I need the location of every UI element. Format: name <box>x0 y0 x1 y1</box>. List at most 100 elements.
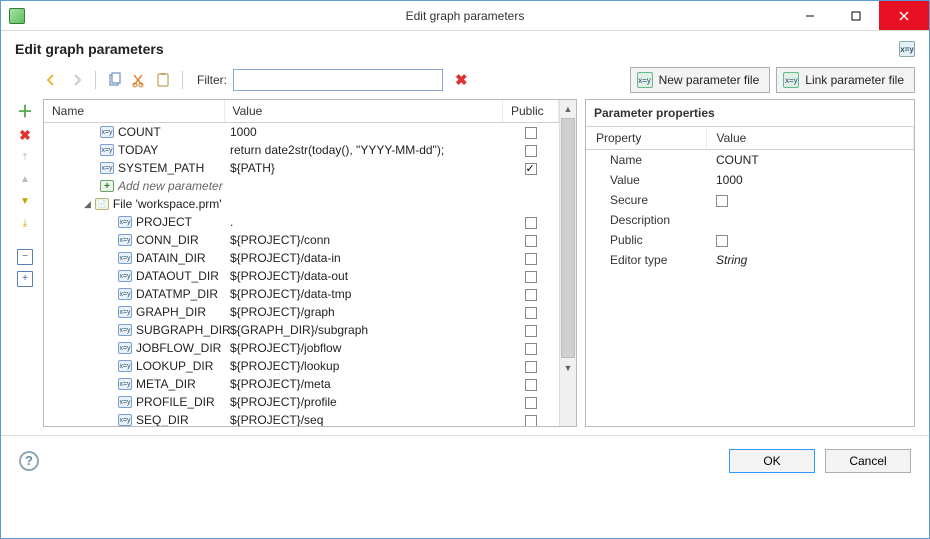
table-row[interactable]: x=yMETA_DIR${PROJECT}/meta <box>44 375 559 393</box>
cut-icon[interactable] <box>130 71 148 89</box>
public-checkbox[interactable] <box>525 253 537 265</box>
prop-name-value: COUNT <box>706 150 914 171</box>
move-up-icon[interactable]: ▲ <box>17 171 33 187</box>
public-checkbox[interactable] <box>525 289 537 301</box>
param-name: SYSTEM_PATH <box>118 161 204 175</box>
redo-icon[interactable] <box>67 71 85 89</box>
close-button[interactable] <box>879 1 929 30</box>
move-bottom-icon[interactable]: ⤓ <box>17 215 33 231</box>
param-name: DATAOUT_DIR <box>136 269 219 283</box>
vertical-scrollbar[interactable]: ▲ ▼ <box>559 100 576 426</box>
table-row[interactable]: x=yDATATMP_DIR${PROJECT}/data-tmp <box>44 285 559 303</box>
collapse-all-icon[interactable]: − <box>17 249 33 265</box>
minimize-button[interactable] <box>787 1 833 30</box>
col-value[interactable]: Value <box>224 100 503 123</box>
link-file-icon: x=y <box>783 72 799 88</box>
public-checkbox[interactable] <box>525 379 537 391</box>
file-icon: 📄 <box>95 198 109 210</box>
public-checkbox[interactable] <box>525 145 537 157</box>
prop-row-description[interactable]: Description <box>586 210 914 230</box>
copy-icon[interactable] <box>106 71 124 89</box>
table-row[interactable]: x=yDATAOUT_DIR${PROJECT}/data-out <box>44 267 559 285</box>
link-parameter-file-label: Link parameter file <box>805 73 904 87</box>
table-row[interactable]: x=yJOBFLOW_DIR${PROJECT}/jobflow <box>44 339 559 357</box>
table-row[interactable]: x=ySUBGRAPH_DIR${GRAPH_DIR}/subgraph <box>44 321 559 339</box>
table-row[interactable]: x=yCOUNT1000 <box>44 123 559 142</box>
table-row[interactable]: x=yCONN_DIR${PROJECT}/conn <box>44 231 559 249</box>
filter-input[interactable] <box>233 69 443 91</box>
public-checkbox[interactable] <box>525 307 537 319</box>
prop-col-value: Value <box>706 127 914 150</box>
param-value: ${PROJECT}/seq <box>224 411 503 426</box>
prop-row-public[interactable]: Public <box>586 230 914 250</box>
table-row[interactable]: x=ySYSTEM_PATH${PATH} <box>44 159 559 177</box>
prop-row-name[interactable]: Name COUNT <box>586 150 914 171</box>
table-row[interactable]: x=yPROFILE_DIR${PROJECT}/profile <box>44 393 559 411</box>
table-row[interactable]: x=yDATAIN_DIR${PROJECT}/data-in <box>44 249 559 267</box>
col-public[interactable]: Public <box>503 100 559 123</box>
scroll-up-icon[interactable]: ▲ <box>560 100 576 117</box>
expand-all-icon[interactable]: + <box>17 271 33 287</box>
param-icon: x=y <box>118 342 132 354</box>
maximize-button[interactable] <box>833 1 879 30</box>
prop-row-secure[interactable]: Secure <box>586 190 914 210</box>
help-icon[interactable]: ? <box>19 451 39 471</box>
public-checkbox[interactable] <box>525 127 537 139</box>
param-name: JOBFLOW_DIR <box>136 341 221 355</box>
param-value: . <box>224 213 503 231</box>
param-name: SUBGRAPH_DIR <box>136 323 231 337</box>
prop-col-property: Property <box>586 127 706 150</box>
public-checkbox[interactable] <box>525 235 537 247</box>
public-checkbox[interactable] <box>525 361 537 373</box>
param-value: ${PROJECT}/data-tmp <box>224 285 503 303</box>
public-checkbox[interactable] <box>525 217 537 229</box>
public-checkbox[interactable] <box>525 163 537 175</box>
param-value: ${PROJECT}/meta <box>224 375 503 393</box>
app-icon <box>9 8 25 24</box>
param-value: ${PROJECT}/conn <box>224 231 503 249</box>
table-row[interactable]: x=yPROJECT. <box>44 213 559 231</box>
toolbar: Filter: ✖ x=y New parameter file x=y Lin… <box>1 63 929 99</box>
param-name: DATATMP_DIR <box>136 287 218 301</box>
clear-filter-icon[interactable]: ✖ <box>455 71 468 89</box>
public-checkbox[interactable] <box>525 397 537 409</box>
param-value: 1000 <box>224 123 503 142</box>
prop-public-label: Public <box>586 230 706 250</box>
undo-icon[interactable] <box>43 71 61 89</box>
window-controls <box>787 1 929 30</box>
param-name: LOOKUP_DIR <box>136 359 213 373</box>
public-checkbox[interactable] <box>525 271 537 283</box>
remove-param-icon[interactable]: ✖ <box>17 127 33 143</box>
add-param-icon[interactable]: ＋ <box>17 105 33 121</box>
new-parameter-file-button[interactable]: x=y New parameter file <box>630 67 771 93</box>
table-row[interactable]: x=yTODAYreturn date2str(today(), "YYYY-M… <box>44 141 559 159</box>
col-name[interactable]: Name <box>44 100 224 123</box>
link-parameter-file-button[interactable]: x=y Link parameter file <box>776 67 915 93</box>
table-row[interactable]: x=ySEQ_DIR${PROJECT}/seq <box>44 411 559 426</box>
param-value: ${PROJECT}/data-out <box>224 267 503 285</box>
toolbar-separator <box>95 71 96 89</box>
prop-public-checkbox[interactable] <box>716 235 728 247</box>
prop-row-editor-type[interactable]: Editor type String <box>586 250 914 270</box>
prop-secure-checkbox[interactable] <box>716 195 728 207</box>
public-checkbox[interactable] <box>525 343 537 355</box>
public-checkbox[interactable] <box>525 325 537 337</box>
move-top-icon[interactable]: ⤒ <box>17 149 33 165</box>
move-down-icon[interactable]: ▼ <box>17 193 33 209</box>
prop-value-value: 1000 <box>706 170 914 190</box>
table-row[interactable]: ◢📄File 'workspace.prm' <box>44 195 559 213</box>
side-toolbar: ＋ ✖ ⤒ ▲ ▼ ⤓ − + <box>15 99 35 427</box>
scroll-thumb[interactable] <box>561 118 575 358</box>
scroll-down-icon[interactable]: ▼ <box>560 359 576 376</box>
prop-value-label: Value <box>586 170 706 190</box>
table-row[interactable]: x=yLOOKUP_DIR${PROJECT}/lookup <box>44 357 559 375</box>
table-row[interactable]: x=yGRAPH_DIR${PROJECT}/graph <box>44 303 559 321</box>
paste-icon[interactable] <box>154 71 172 89</box>
prop-row-value[interactable]: Value 1000 <box>586 170 914 190</box>
table-row[interactable]: +Add new parameter <box>44 177 559 195</box>
ok-button[interactable]: OK <box>729 449 815 473</box>
tree-toggle-icon[interactable]: ◢ <box>84 199 91 210</box>
param-name: SEQ_DIR <box>136 413 189 426</box>
public-checkbox[interactable] <box>525 415 537 426</box>
cancel-button[interactable]: Cancel <box>825 449 911 473</box>
